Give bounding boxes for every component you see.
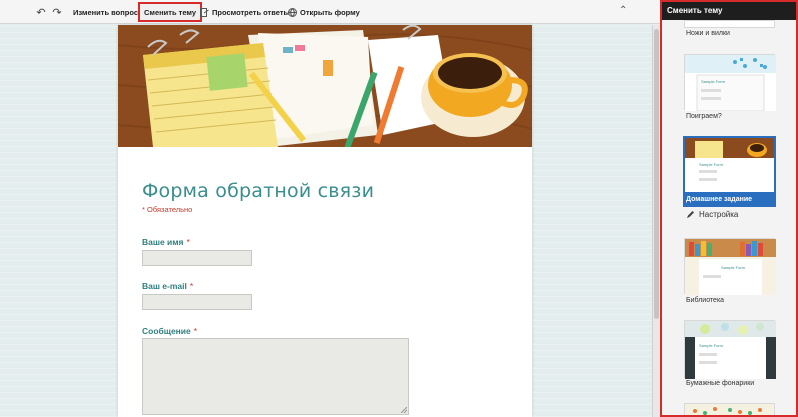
form-title: Форма обратной связи (142, 180, 375, 202)
view-responses-label: Просмотреть ответы (212, 7, 290, 17)
required-star: * (186, 237, 190, 247)
header-illustration (118, 25, 532, 147)
scrollbar-thumb[interactable] (654, 29, 659, 319)
name-label-text: Ваше имя (142, 237, 184, 247)
view-responses-button[interactable]: Просмотреть ответы (196, 3, 294, 21)
form-card: Форма обратной связи * Обязательно Ваше … (118, 25, 532, 417)
theme-thumbnail-knives-forks[interactable] (684, 20, 775, 28)
email-input[interactable] (142, 294, 252, 310)
scrollbar[interactable] (652, 25, 660, 417)
change-theme-button[interactable]: Сменить тему (138, 2, 203, 22)
theme-thumbnail-homework[interactable]: Sample Form (683, 136, 776, 194)
theme-preview-title: Sample Form (699, 343, 724, 348)
theme-settings-button[interactable]: Настройка (686, 210, 738, 219)
collapse-icon[interactable]: ⌃ (619, 5, 627, 16)
pencil-icon (687, 211, 694, 218)
required-star: * (193, 326, 198, 336)
edit-questions-button[interactable]: Изменить вопросы (69, 3, 148, 21)
theme-label-knives-forks[interactable]: Ножи и вилки (686, 30, 730, 37)
name-input[interactable] (142, 250, 252, 266)
open-form-label: Открыть форму (300, 7, 360, 17)
message-label: Сообщение * (142, 326, 197, 336)
resize-grip[interactable] (401, 407, 407, 413)
undo-icon[interactable]: ↶ (34, 5, 48, 19)
theme-preview-title: Sample Form (701, 79, 726, 84)
theme-settings-label: Настройка (699, 210, 739, 219)
theme-thumbnail-lanterns[interactable]: Sample Form (684, 320, 776, 379)
email-label-text: Ваш e-mail (142, 281, 187, 291)
theme-thumbnail-next[interactable] (684, 403, 775, 415)
theme-label-homework[interactable]: Домашнее задание (683, 193, 776, 207)
theme-panel: Сменить тему Ножи и вилки Sample Form По… (660, 0, 798, 417)
redo-icon[interactable]: ↷ (50, 5, 64, 19)
message-textarea[interactable] (142, 338, 409, 415)
theme-label-lanterns[interactable]: Бумажные фонарики (686, 380, 754, 387)
required-note: * Обязательно (142, 205, 193, 214)
responses-icon (200, 7, 209, 17)
theme-thumbnail-library[interactable]: Sample Form (684, 238, 776, 295)
name-label: Ваше имя * (142, 237, 190, 247)
open-form-button[interactable]: Открыть форму (284, 3, 364, 21)
theme-thumbnail-play[interactable]: Sample Form (684, 54, 776, 112)
theme-label-play[interactable]: Поиграем? (686, 113, 722, 120)
panel-title: Сменить тему (662, 2, 796, 20)
globe-icon (288, 7, 297, 17)
theme-label-library[interactable]: Библиотека (686, 297, 724, 304)
toolbar: ↶ ↷ Изменить вопросы Сменить тему Просмо… (0, 0, 660, 24)
required-star: * (189, 281, 194, 291)
theme-preview-title: Sample Form (721, 265, 746, 270)
email-label: Ваш e-mail * (142, 281, 193, 291)
theme-preview-title: Sample Form (699, 162, 724, 167)
message-label-text: Сообщение (142, 326, 191, 336)
